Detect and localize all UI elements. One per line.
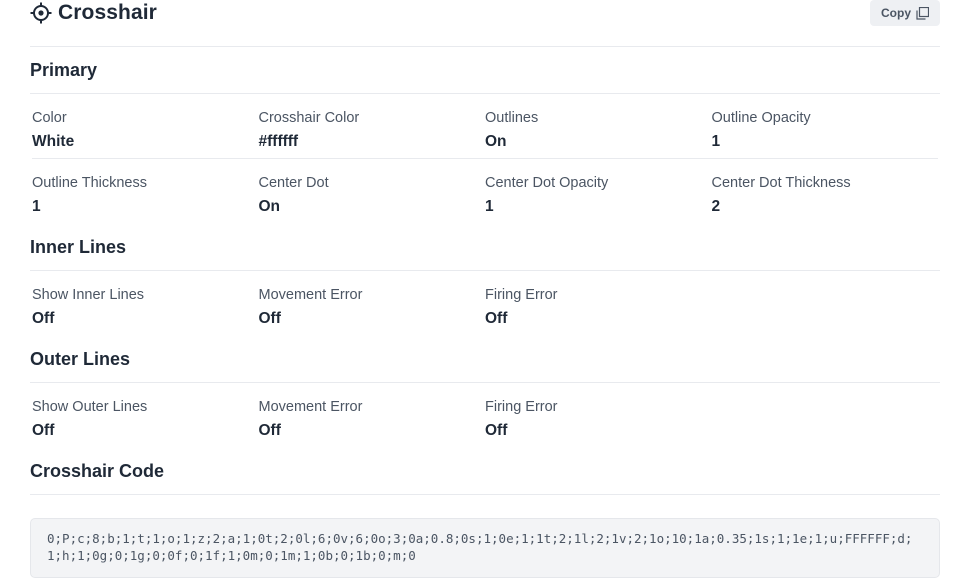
setting-label: Outline Thickness [32,175,147,191]
setting-label: Center Dot [258,175,329,191]
setting-label: Crosshair Color [258,110,360,126]
setting-value: White [32,133,75,150]
primary-grid: Color White Crosshair Color #ffffff Outlin… [30,94,940,224]
setting-label: Show Outer Lines [32,399,148,415]
section-title-primary: Primary [30,47,940,94]
copy-icon [916,6,929,20]
section-title-inner-lines: Inner Lines [30,224,940,271]
setting-label: Firing Error [485,287,558,303]
setting-item: Center Dot On [259,159,486,224]
setting-item: Center Dot Opacity 1 [485,159,712,224]
setting-value: Off [485,310,508,327]
setting-label: Firing Error [485,399,558,415]
setting-value: Off [485,422,508,439]
setting-item: Movement Error Off [259,383,486,448]
setting-item: Color White [32,94,259,159]
setting-label: Movement Error [258,399,363,415]
setting-label: Movement Error [258,287,363,303]
crosshair-icon [30,2,52,24]
setting-item: Outline Opacity 1 [711,94,938,159]
copy-button[interactable]: Copy [870,0,940,26]
setting-label: Outlines [485,110,539,126]
setting-value: On [258,198,281,215]
setting-value: #ffffff [258,133,299,150]
crosshair-code-block[interactable]: 0;P;c;8;b;1;t;1;o;1;z;2;a;1;0t;2;0l;6;0v… [30,518,940,578]
setting-value: 1 [32,198,41,215]
setting-item: Show Outer Lines Off [32,383,259,448]
section-title-crosshair-code: Crosshair Code [30,448,940,495]
section-title-outer-lines: Outer Lines [30,336,940,383]
crosshair-panel: Crosshair Copy Primary Color White Crossh… [30,0,940,578]
setting-item: Outline Thickness 1 [32,159,259,224]
copy-label: Copy [881,6,911,20]
setting-item: Movement Error Off [259,271,486,336]
setting-value: Off [32,310,55,327]
setting-item: Show Inner Lines Off [32,271,259,336]
setting-item: Outlines On [485,94,712,159]
setting-value: 1 [711,133,721,150]
setting-item: Firing Error Off [485,271,712,336]
setting-value: Off [258,310,281,327]
setting-label: Center Dot Opacity [485,175,609,191]
setting-value: 2 [711,198,721,215]
setting-label: Outline Opacity [711,110,811,126]
setting-label: Color [32,110,67,126]
setting-item: Firing Error Off [485,383,712,448]
setting-item: Crosshair Color #ffffff [258,94,485,159]
inner-lines-grid: Show Inner Lines Off Movement Error Off Fi… [30,271,940,336]
page-title: Crosshair [30,0,157,26]
setting-value: 1 [485,198,494,215]
setting-item: Center Dot Thickness 2 [712,159,939,224]
setting-value: Off [258,422,281,439]
setting-label: Center Dot Thickness [711,175,851,191]
setting-value: On [485,133,507,150]
setting-value: Off [32,422,55,439]
setting-label: Show Inner Lines [32,287,145,303]
title-text: Crosshair [58,1,157,24]
outer-lines-grid: Show Outer Lines Off Movement Error Off Fi… [30,383,940,448]
panel-header: Crosshair Copy [30,0,940,47]
